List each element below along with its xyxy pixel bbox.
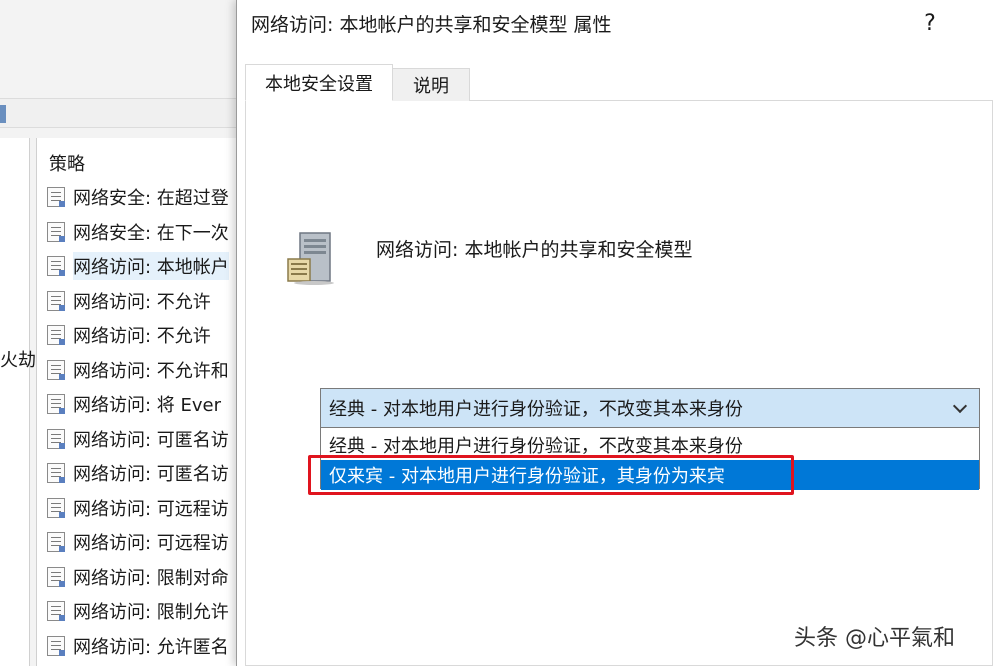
- policy-list-item[interactable]: 网络访问: 限制对命: [47, 562, 240, 592]
- policy-list-item-label: 网络访问: 将 Ever: [73, 395, 222, 416]
- policy-list-item-label: 网络安全: 在超过登: [73, 188, 229, 209]
- policy-setting-icon: [47, 187, 65, 207]
- policy-list-item[interactable]: 网络安全: 在下一次: [47, 217, 240, 247]
- policy-list-item[interactable]: 网络访问: 可远程访: [47, 493, 240, 523]
- tab-local-security-setting[interactable]: 本地安全设置: [245, 64, 393, 101]
- policy-list-item[interactable]: 网络访问: 可匿名访: [47, 424, 240, 454]
- policy-list-item[interactable]: 网络访问: 本地帐户: [47, 251, 240, 281]
- policy-setting-icon: [47, 601, 65, 621]
- policy-list-item[interactable]: 网络访问: 可远程访: [47, 527, 240, 557]
- policy-setting-icon: [47, 463, 65, 483]
- security-model-select[interactable]: 经典 - 对本地用户进行身份验证，不改变其本来身份: [320, 388, 980, 428]
- background-toolbar: [0, 98, 240, 128]
- select-value: 经典 - 对本地用户进行身份验证，不改变其本来身份: [329, 399, 743, 420]
- policy-list-pane[interactable]: 策略 网络安全: 在超过登 网络安全: 在下一次网络访问: 本地帐户网络访问: 不…: [36, 138, 240, 666]
- chevron-down-icon[interactable]: [952, 398, 968, 414]
- policy-setting-icon: [47, 221, 65, 242]
- policy-list-item[interactable]: 网络访问: 不允许: [47, 286, 240, 316]
- policy-list-item-label: 网络访问: 不允许: [73, 291, 211, 313]
- tab-explain[interactable]: 说明: [392, 68, 470, 101]
- policy-setting-icon: [47, 532, 65, 552]
- policy-list-item-label: 网络访问: 不允许和: [73, 360, 229, 382]
- policy-setting-icon: [47, 635, 65, 656]
- policy-list-item-label: 网络访问: 限制允许: [73, 602, 229, 623]
- policy-setting-icon: [47, 325, 65, 345]
- policy-setting-icon: [47, 566, 65, 587]
- policy-name: 网络访问: 本地帐户的共享和安全模型: [376, 239, 693, 261]
- policy-list-item-label: 网络访问: 可远程访: [73, 533, 229, 554]
- policy-list-item-label: 网络访问: 不允许: [73, 326, 211, 347]
- policy-setting-icon: [47, 497, 65, 518]
- policy-list-item[interactable]: 网络访问: 允许匿名: [47, 631, 240, 661]
- security-model-dropdown: 经典 - 对本地用户进行身份验证，不改变其本来身份 仅来宾 - 对本地用户进行身…: [320, 427, 980, 490]
- policy-list-item[interactable]: 网络访问: 不允许和: [47, 355, 240, 385]
- policy-setting-icon: [47, 359, 65, 380]
- properties-dialog: 网络访问: 本地帐户的共享和安全模型 属性 ? 网络访问: 本地帐户的共享和安全…: [236, 0, 1000, 666]
- policy-list-item[interactable]: 网络访问: 限制允许: [47, 596, 240, 626]
- option-guest-only[interactable]: 仅来宾 - 对本地用户进行身份验证，其身份为来宾: [321, 460, 979, 490]
- policy-list-item-label: 网络安全: 在下一次: [73, 222, 229, 244]
- console-tree-pane[interactable]: 火劫: [0, 138, 36, 666]
- server-icon: [287, 232, 334, 285]
- policy-setting-icon: [47, 290, 65, 311]
- toolbar-button-partial[interactable]: [0, 105, 6, 123]
- help-button[interactable]: ?: [913, 6, 947, 40]
- policy-list-item-label: 网络访问: 本地帐户: [73, 252, 229, 280]
- policy-list-item[interactable]: 网络访问: 将 Ever: [47, 389, 240, 419]
- policy-setting-icon: [47, 394, 65, 414]
- policy-setting-icon: [47, 256, 65, 276]
- policy-setting-icon: [47, 428, 65, 449]
- policy-list-item[interactable]: 网络访问: 可匿名访: [47, 458, 240, 488]
- watermark-text: 头条 @心平氣和: [794, 626, 955, 651]
- tree-node-partial[interactable]: 火劫: [0, 346, 36, 372]
- policy-column-header[interactable]: 策略: [49, 150, 85, 176]
- policy-list-item-label: 网络访问: 可匿名访: [73, 429, 229, 451]
- policy-list-item[interactable]: 网络安全: 在超过登: [47, 182, 240, 212]
- tab-panel: 网络访问: 本地帐户的共享和安全模型 经典 - 对本地用户进行身份验证，不改变其…: [245, 100, 993, 666]
- policy-list-item-label: 网络访问: 可远程访: [73, 498, 229, 520]
- dialog-title: 网络访问: 本地帐户的共享和安全模型 属性: [251, 14, 612, 36]
- policy-list-item[interactable]: 网络访问: 不允许: [47, 320, 240, 350]
- option-classic[interactable]: 经典 - 对本地用户进行身份验证，不改变其本来身份: [321, 430, 979, 460]
- policy-list-item-label: 网络访问: 限制对命: [73, 567, 229, 589]
- policy-list-item-label: 网络访问: 可匿名访: [73, 464, 229, 485]
- policy-list-item-label: 网络访问: 允许匿名: [73, 636, 229, 658]
